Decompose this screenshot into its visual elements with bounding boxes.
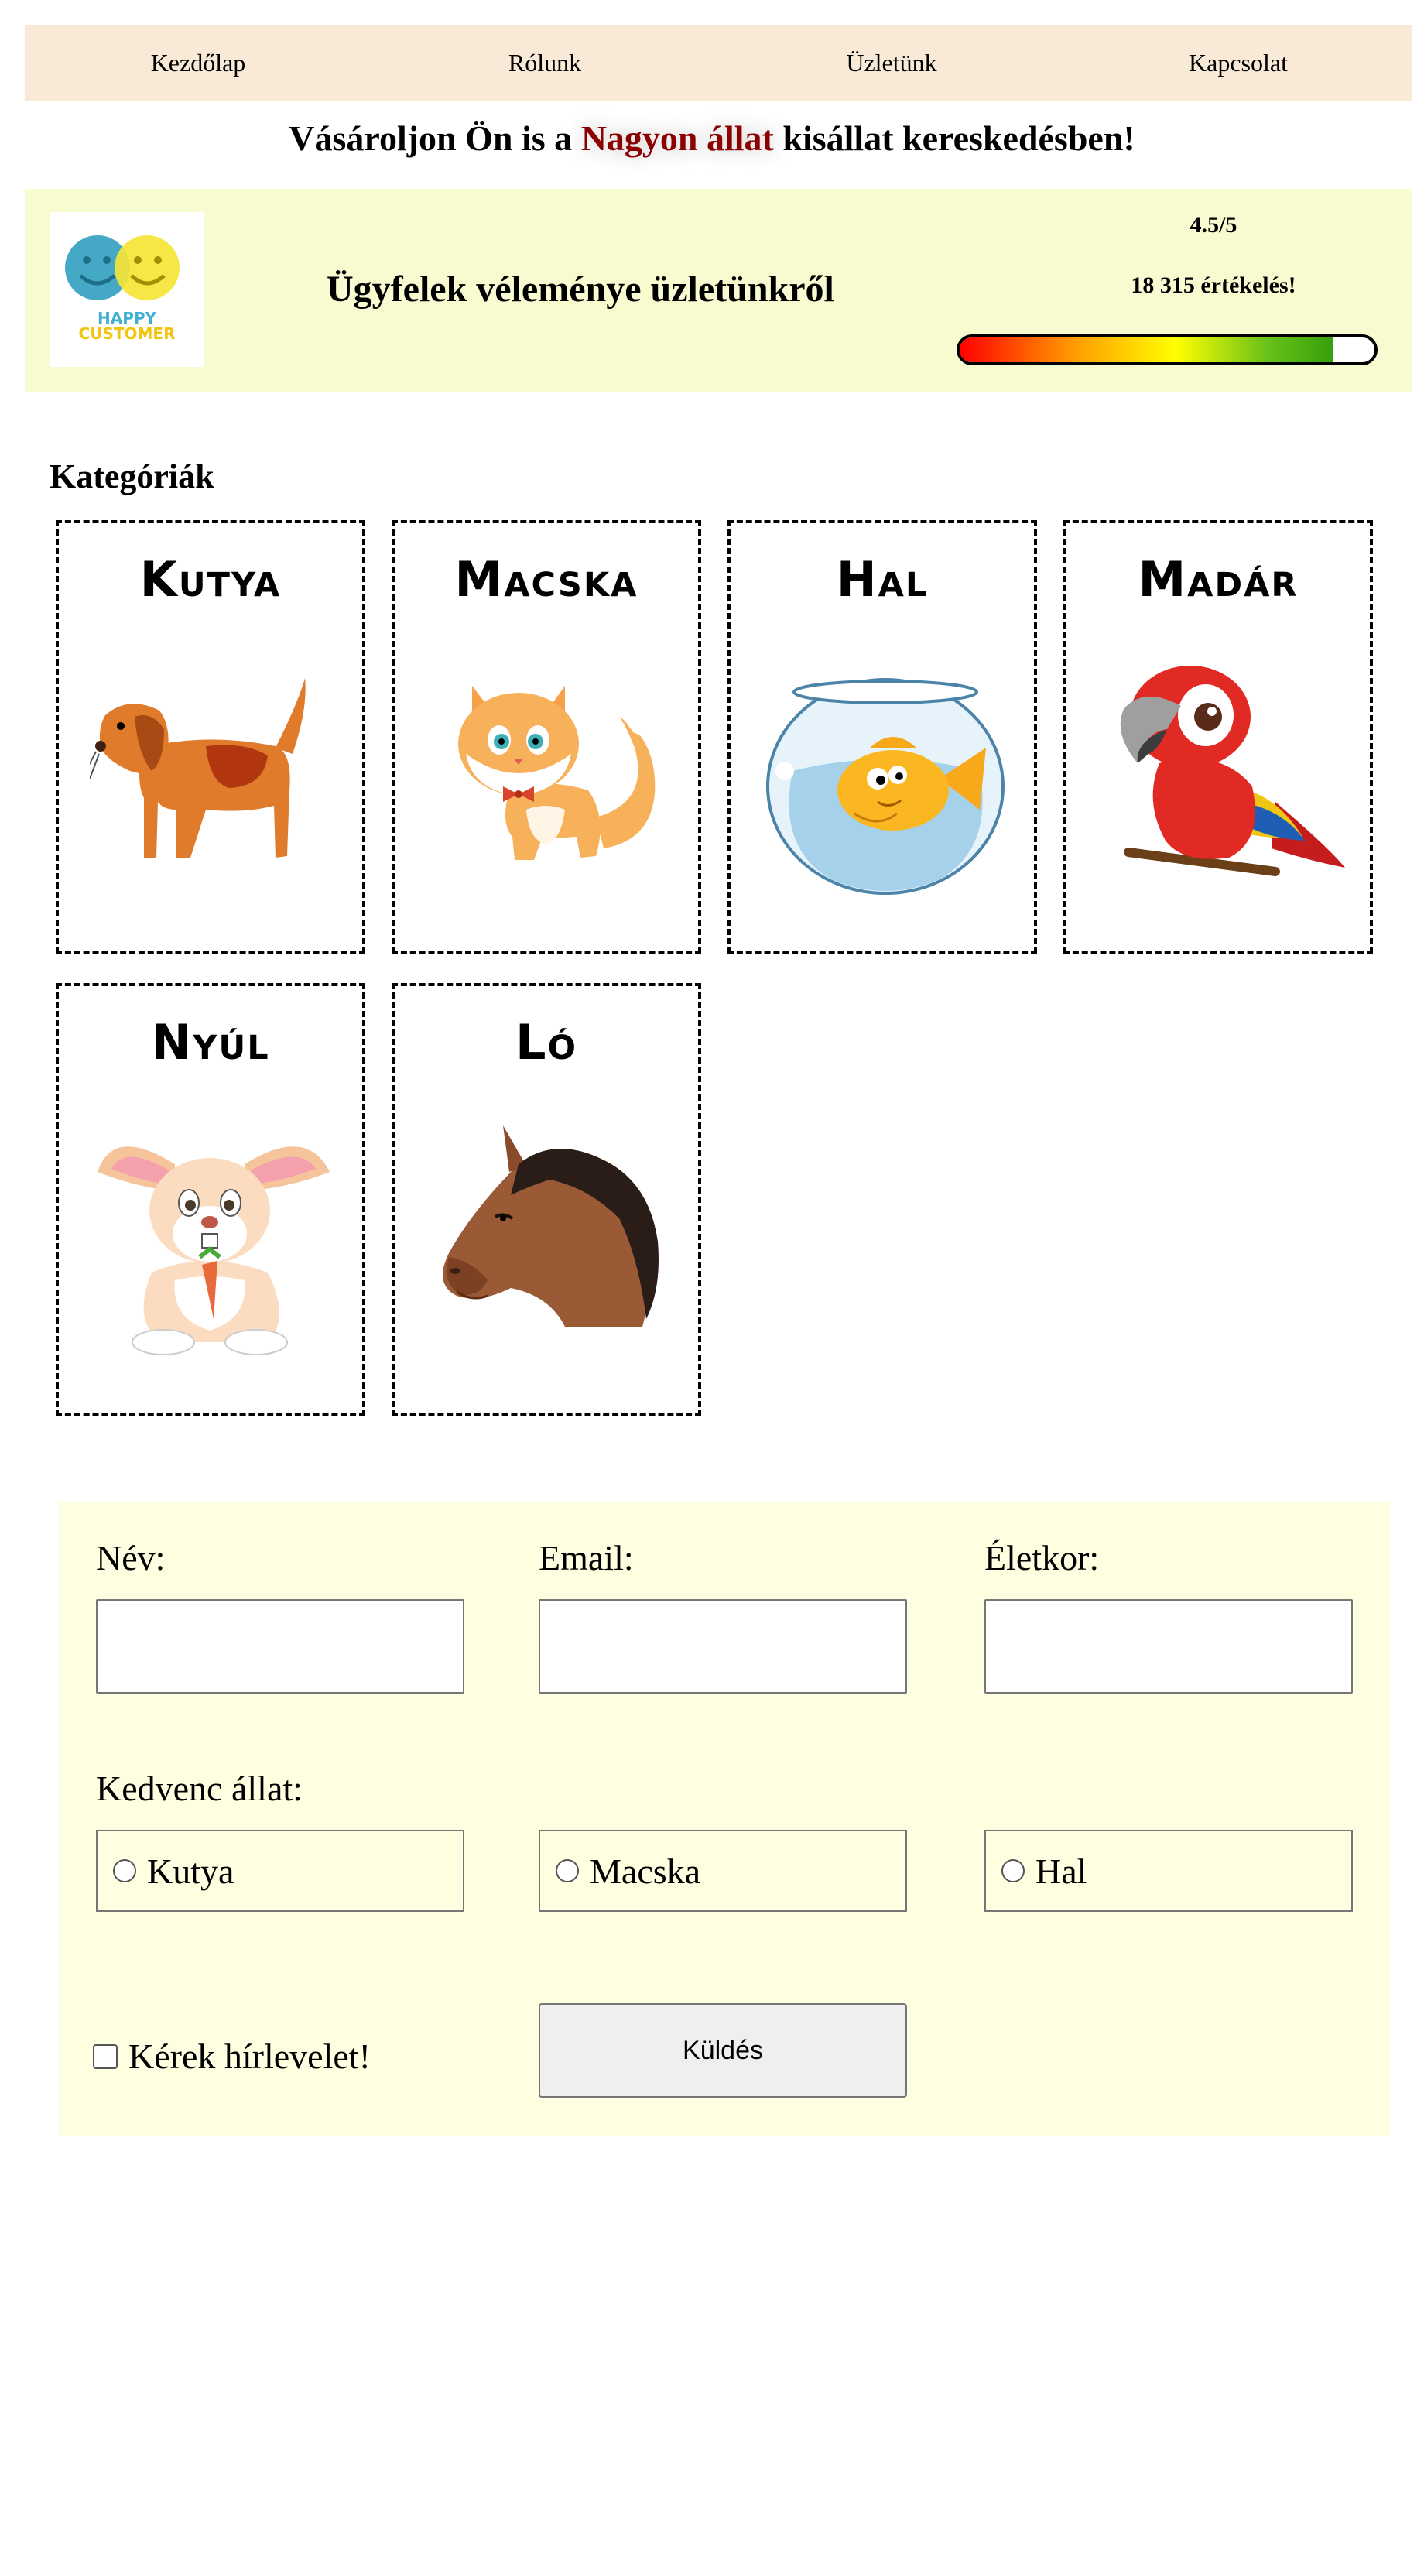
favorite-animal-label: Kedvenc állat: <box>96 1769 303 1808</box>
submit-button[interactable]: Küldés <box>539 2003 907 2098</box>
headline-text-start: Vásároljon Ön is a <box>289 118 581 158</box>
category-card-cat[interactable]: Macska <box>392 520 701 954</box>
name-input[interactable] <box>96 1599 464 1694</box>
nav-shop-link[interactable]: Üzletünk <box>718 49 1065 77</box>
headline-text-end: kisállat kereskedésben! <box>773 118 1135 158</box>
horse-icon <box>443 1125 659 1327</box>
category-title: Kutya <box>139 551 282 608</box>
category-card-bird[interactable]: Madár <box>1063 520 1373 954</box>
category-card-rabbit[interactable]: Nyúl <box>56 983 365 1416</box>
category-card-dog[interactable]: Kutya <box>56 520 365 954</box>
favorite-option-dog[interactable]: Kutya <box>96 1830 464 1912</box>
cat-icon <box>458 686 656 860</box>
age-label: Életkor: <box>984 1538 1100 1577</box>
review-banner: HAPPY CUSTOMER Ügyfelek véleménye üzletü… <box>25 189 1412 392</box>
email-label: Email: <box>539 1538 634 1577</box>
review-title: Ügyfelek véleménye üzletünkről <box>327 269 834 310</box>
radio-label: Kutya <box>147 1851 234 1891</box>
category-title: Hal <box>836 551 929 608</box>
dog-icon <box>90 678 306 858</box>
radio-label: Hal <box>1035 1851 1087 1891</box>
top-nav: Kezdőlap Rólunk Üzletünk Kapcsolat <box>25 25 1412 101</box>
category-card-fish[interactable]: Hal <box>727 520 1037 954</box>
rating-count: 18 315 értékelés! <box>1131 272 1296 298</box>
favorite-option-cat[interactable]: Macska <box>539 1830 907 1912</box>
parrot-icon <box>1120 666 1345 876</box>
email-input[interactable] <box>539 1599 907 1694</box>
age-input[interactable] <box>984 1599 1353 1694</box>
radio-label: Macska <box>590 1851 701 1891</box>
rating-bar <box>957 334 1378 365</box>
category-title: Madár <box>1138 551 1299 608</box>
newsletter-checkbox-row[interactable]: Kérek hírlevelet! <box>93 2036 371 2077</box>
page-headline: Vásároljon Ön is a Nagyon állat kisállat… <box>0 118 1424 159</box>
logo-text-customer: CUSTOMER <box>78 324 176 343</box>
happy-customer-logo: HAPPY CUSTOMER <box>50 212 204 367</box>
headline-highlight: Nagyon állat <box>580 118 774 158</box>
radio-button[interactable] <box>1001 1859 1025 1882</box>
category-card-horse[interactable]: Ló <box>392 983 701 1416</box>
radio-button[interactable] <box>113 1859 136 1882</box>
rabbit-icon <box>98 1146 330 1355</box>
name-label: Név: <box>96 1538 166 1577</box>
rating-bar-fill <box>960 337 1333 362</box>
smiley-faces-icon <box>65 235 180 300</box>
categories-heading: Kategóriák <box>50 457 214 495</box>
nav-contact-link[interactable]: Kapcsolat <box>1065 49 1412 77</box>
favorite-option-fish[interactable]: Hal <box>984 1830 1353 1912</box>
nav-about-link[interactable]: Rólunk <box>371 49 718 77</box>
category-title: Macska <box>454 551 638 608</box>
radio-button[interactable] <box>556 1859 579 1882</box>
fishbowl-icon <box>766 678 1005 895</box>
category-title: Nyúl <box>151 1014 270 1070</box>
contact-form: Név: Email: Életkor: Kedvenc állat: Kuty… <box>59 1502 1390 2136</box>
newsletter-checkbox[interactable] <box>93 2043 118 2069</box>
rating-score: 4.5/5 <box>1190 212 1237 238</box>
category-title: Ló <box>515 1014 578 1070</box>
nav-home-link[interactable]: Kezdőlap <box>25 49 371 77</box>
newsletter-label: Kérek hírlevelet! <box>128 2036 371 2076</box>
